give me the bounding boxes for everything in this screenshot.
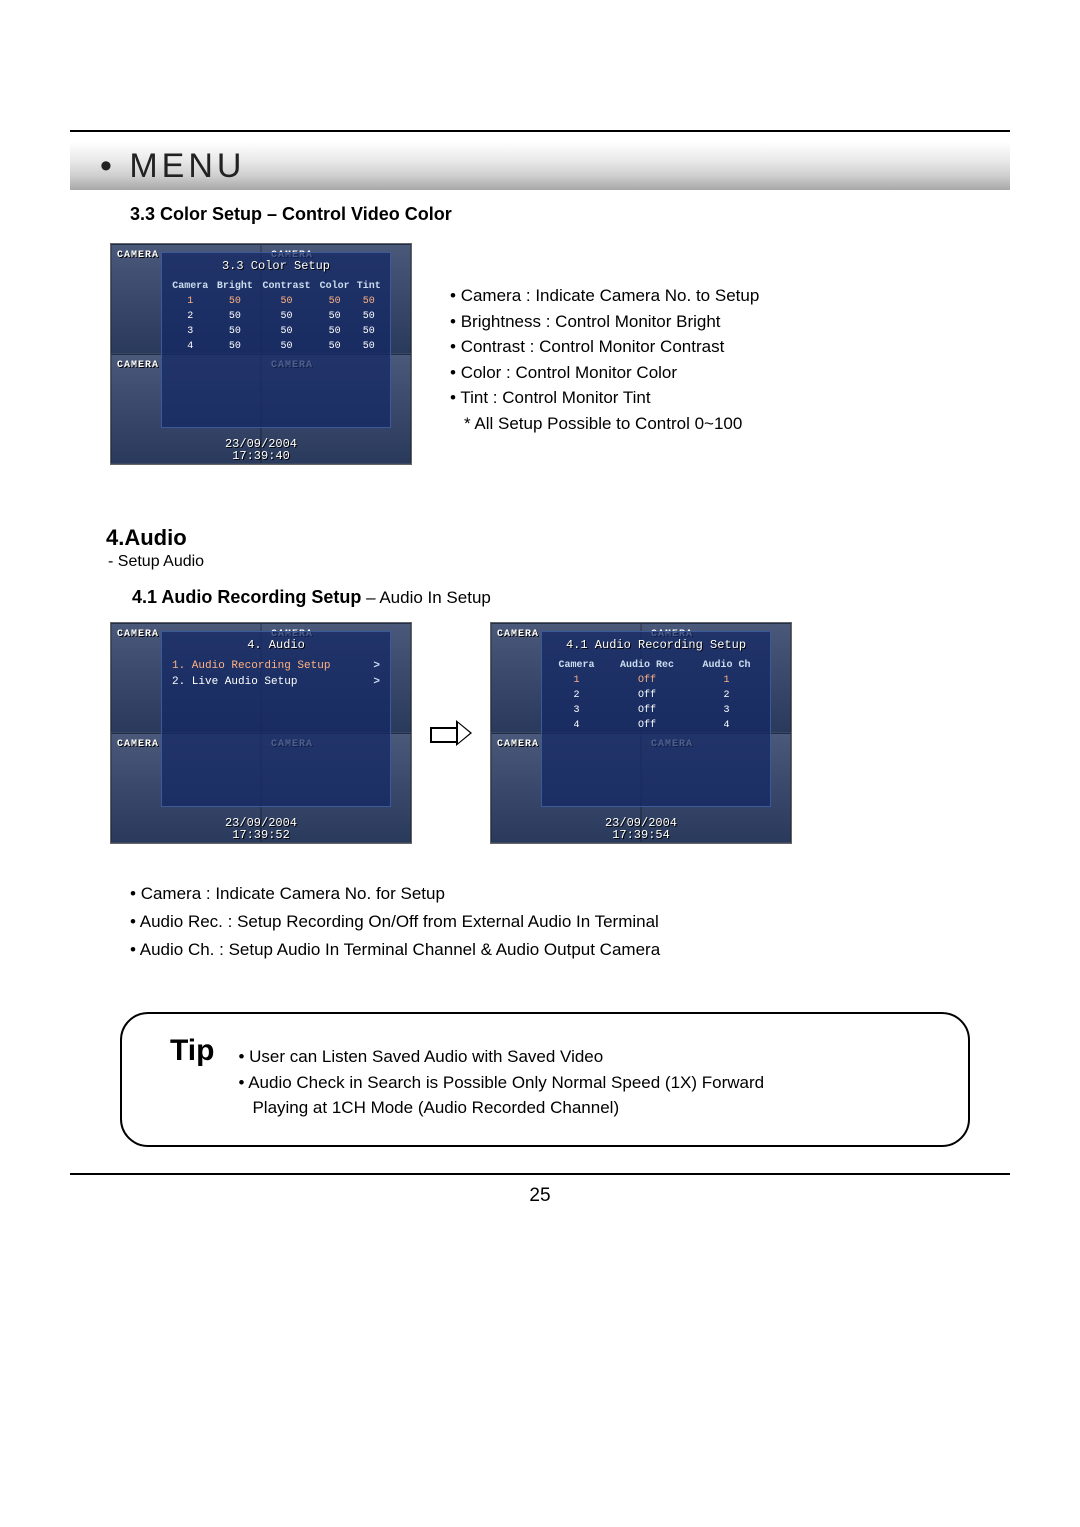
cell: 50	[257, 324, 316, 339]
color-setup-bullets: Camera : Indicate Camera No. to Setup Br…	[440, 283, 759, 436]
audio-recording-screenshot: CAMERA CAMERA CAMERA CAMERA 4.1 Audio Re…	[490, 622, 792, 844]
section-41-title: 4.1 Audio Recording Setup – Audio In Set…	[132, 587, 1010, 608]
bullet: Audio Rec. : Setup Recording On/Off from…	[130, 908, 1010, 936]
cell: 50	[213, 309, 258, 324]
cell: 50	[353, 339, 384, 354]
cell: 1	[548, 673, 605, 688]
cell: 2	[548, 688, 605, 703]
cell: 4	[548, 718, 605, 733]
menu-item[interactable]: 1. Audio Recording Setup >	[168, 658, 384, 674]
cell: 50	[213, 294, 258, 309]
camera-label: CAMERA	[497, 629, 539, 640]
chevron-right-icon: >	[373, 660, 380, 672]
cell: Off	[605, 688, 689, 703]
audio-setup-bullets: Camera : Indicate Camera No. for Setup A…	[130, 880, 1010, 964]
th-contrast: Contrast	[257, 279, 316, 294]
cell: 50	[316, 339, 354, 354]
cell: 50	[316, 309, 354, 324]
cell: 2	[689, 688, 764, 703]
color-setup-screenshot: CAMERA CAMERA CAMERA CAMERA 3.3 Color Se…	[110, 243, 412, 465]
bullet-continuation: Playing at 1CH Mode (Audio Recorded Chan…	[252, 1095, 764, 1121]
bullet: Audio Check in Search is Possible Only N…	[238, 1070, 764, 1096]
cell: 50	[213, 324, 258, 339]
camera-label: CAMERA	[117, 360, 159, 371]
bottom-rule	[70, 1173, 1010, 1175]
cell: 50	[316, 294, 354, 309]
overlay-panel: 3.3 Color Setup Camera Bright Contrast C…	[161, 252, 391, 428]
bullet: Camera : Indicate Camera No. to Setup	[450, 283, 759, 309]
color-setup-table: Camera Bright Contrast Color Tint 1 50 5…	[168, 279, 384, 354]
cell: 2	[168, 309, 213, 324]
overlay-title: 4. Audio	[168, 638, 384, 652]
cell: 50	[316, 324, 354, 339]
menu-heading-bar: • MENU	[70, 142, 1010, 190]
tip-label: Tip	[170, 1034, 214, 1068]
th-tint: Tint	[353, 279, 384, 294]
cell: 1	[689, 673, 764, 688]
timestamp: 23/09/2004 17:39:54	[491, 817, 791, 841]
cell: 3	[548, 703, 605, 718]
cell: Off	[605, 718, 689, 733]
cell: 50	[213, 339, 258, 354]
manual-page: • MENU 3.3 Color Setup – Control Video C…	[0, 0, 1080, 1527]
cell: Off	[605, 673, 689, 688]
cell: 50	[353, 309, 384, 324]
cell: Off	[605, 703, 689, 718]
bullet-note: * All Setup Possible to Control 0~100	[464, 411, 759, 437]
overlay-title: 3.3 Color Setup	[168, 259, 384, 273]
overlay-panel: 4. Audio 1. Audio Recording Setup > 2. L…	[161, 631, 391, 807]
bullet: Audio Ch. : Setup Audio In Terminal Chan…	[130, 936, 1010, 964]
overlay-panel: 4.1 Audio Recording Setup Camera Audio R…	[541, 631, 771, 807]
timestamp: 23/09/2004 17:39:52	[111, 817, 411, 841]
chevron-right-icon: >	[373, 676, 380, 688]
cell: 50	[353, 324, 384, 339]
th-bright: Bright	[213, 279, 258, 294]
section-4-title: 4.Audio	[106, 525, 1010, 551]
bullet: User can Listen Saved Audio with Saved V…	[238, 1044, 764, 1070]
cell: 3	[689, 703, 764, 718]
camera-label: CAMERA	[117, 629, 159, 640]
camera-label: CAMERA	[497, 739, 539, 750]
section-33-title: 3.3 Color Setup – Control Video Color	[130, 204, 1010, 225]
cell: 3	[168, 324, 213, 339]
cell: 4	[168, 339, 213, 354]
cell: 50	[353, 294, 384, 309]
cell: 50	[257, 339, 316, 354]
cell: 50	[257, 294, 316, 309]
page-number: 25	[70, 1185, 1010, 1207]
cell: 1	[168, 294, 213, 309]
bullet: Color : Control Monitor Color	[450, 360, 759, 386]
bullet: Contrast : Control Monitor Contrast	[450, 334, 759, 360]
th-camera: Camera	[548, 658, 605, 673]
menu-item[interactable]: 2. Live Audio Setup >	[168, 674, 384, 690]
th-camera: Camera	[168, 279, 213, 294]
cell: 4	[689, 718, 764, 733]
bullet: Tint : Control Monitor Tint	[450, 385, 759, 411]
timestamp: 23/09/2004 17:39:40	[111, 438, 411, 462]
overlay-title: 4.1 Audio Recording Setup	[548, 638, 764, 652]
tip-bullets: User can Listen Saved Audio with Saved V…	[238, 1044, 764, 1121]
audio-rec-table: Camera Audio Rec Audio Ch 1 Off 1 2 Off …	[548, 658, 764, 733]
th-audio-rec: Audio Rec	[605, 658, 689, 673]
section-4-subtitle: - Setup Audio	[108, 553, 1010, 571]
bullet: Brightness : Control Monitor Bright	[450, 309, 759, 335]
top-rule	[70, 130, 1010, 132]
arrow-right-icon	[430, 720, 472, 746]
tip-box: Tip User can Listen Saved Audio with Sav…	[120, 1012, 970, 1147]
cell: 50	[257, 309, 316, 324]
bullet: Camera : Indicate Camera No. for Setup	[130, 880, 1010, 908]
audio-menu-screenshot: CAMERA CAMERA CAMERA CAMERA 4. Audio 1. …	[110, 622, 412, 844]
camera-label: CAMERA	[117, 250, 159, 261]
th-color: Color	[316, 279, 354, 294]
menu-heading: • MENU	[100, 147, 245, 186]
camera-label: CAMERA	[117, 739, 159, 750]
th-audio-ch: Audio Ch	[689, 658, 764, 673]
